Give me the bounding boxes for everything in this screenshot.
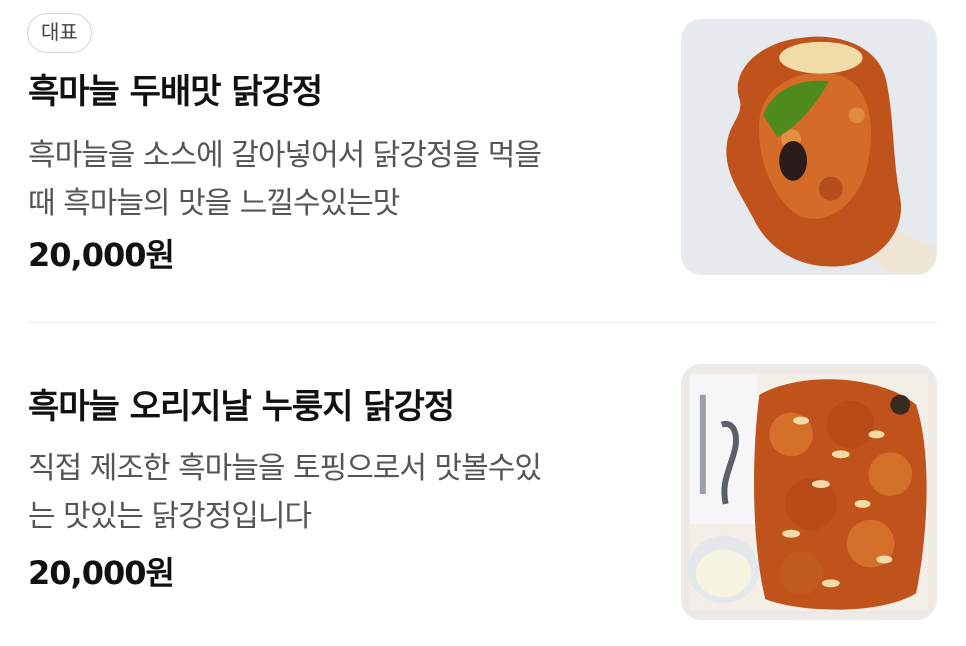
menu-item-title: 흑마늘 두배맛 닭강정	[28, 72, 323, 112]
menu-item-description: 직접 제조한 흑마늘을 토핑으로서 맛볼수있 는 맛있는 닭강정입니다	[28, 445, 638, 541]
description-line: 때 흑마늘의 맛을 느낄수있는맛	[28, 186, 400, 221]
menu-item-description: 흑마늘을 소스에 갈아넣어서 닭강정을 먹을 때 흑마늘의 맛을 느낄수있는맛	[28, 132, 638, 228]
description-line: 흑마늘을 소스에 갈아넣어서 닭강정을 먹을	[28, 138, 542, 173]
menu-item-price: 20,000원	[28, 554, 175, 592]
description-line: 직접 제조한 흑마늘을 토핑으로서 맛볼수있	[28, 451, 542, 486]
menu-item-black-garlic-nurungji[interactable]: 흑마늘 오리지날 누룽지 닭강정 직접 제조한 흑마늘을 토핑으로서 맛볼수있 …	[0, 324, 966, 646]
signature-badge: 대표	[27, 13, 92, 53]
chicken-box-photo-icon	[682, 365, 936, 619]
menu-divider	[28, 322, 938, 323]
menu-item-image[interactable]	[681, 364, 937, 620]
menu-item-title: 흑마늘 오리지날 누룽지 닭강정	[28, 387, 455, 427]
menu-item-black-garlic-double[interactable]: 대표 흑마늘 두배맛 닭강정 흑마늘을 소스에 갈아넣어서 닭강정을 먹을 때 …	[0, 0, 966, 323]
chicken-bite-photo-icon	[682, 20, 936, 274]
menu-item-price: 20,000원	[28, 236, 175, 274]
menu-item-image[interactable]	[681, 19, 937, 275]
description-line: 는 맛있는 닭강정입니다	[28, 499, 312, 534]
